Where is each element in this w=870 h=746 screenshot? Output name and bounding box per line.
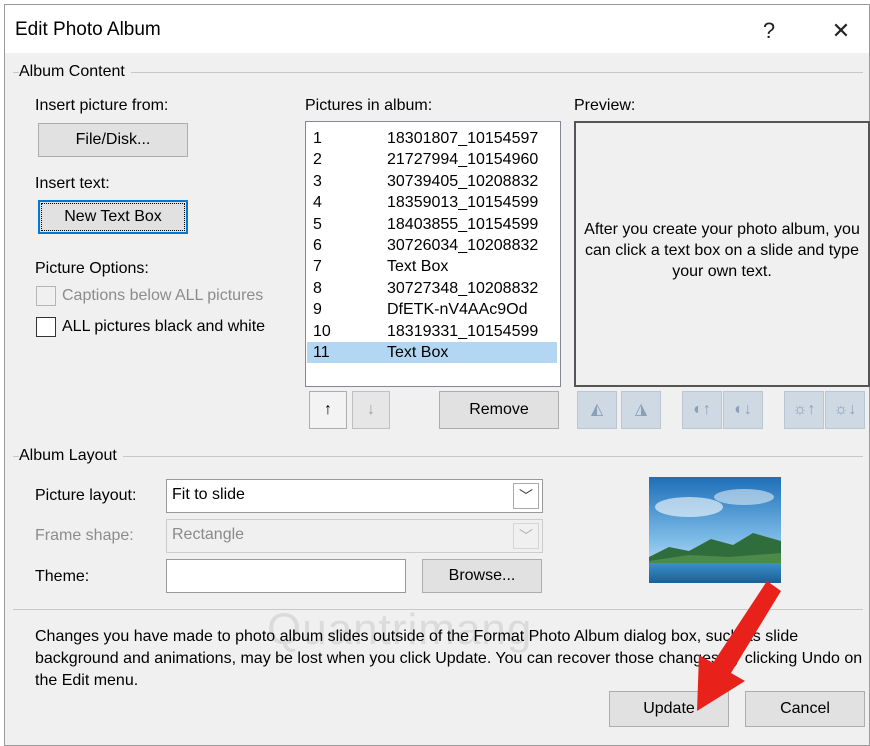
list-item[interactable]: 11 Text Box — [307, 342, 557, 363]
rotate-left-icon[interactable]: ◭ — [577, 391, 617, 429]
file-disk-button-label: File/Disk... — [75, 131, 151, 148]
preview-label: Preview: — [574, 97, 636, 114]
pictures-in-album-label: Pictures in album: — [305, 97, 433, 114]
layout-thumbnail-image — [649, 477, 781, 583]
list-item-number: 11 — [313, 344, 330, 361]
title-bar: Edit Photo Album ? ✕ — [5, 5, 869, 53]
black-and-white-checkbox-label: ALL pictures black and white — [62, 318, 266, 335]
new-text-box-button-label: New Text Box — [64, 208, 162, 225]
list-item-name: 30739405_10208832 — [387, 172, 539, 190]
preview-text: After you create your photo album, you c… — [584, 221, 860, 280]
arrow-down-icon: ↓ — [367, 401, 375, 418]
black-and-white-checkbox[interactable] — [36, 317, 56, 337]
frame-shape-select[interactable]: Rectangle ﹀ — [166, 519, 543, 553]
list-item[interactable]: 3 30739405_10208832 — [307, 171, 557, 192]
picture-layout-value: Fit to slide — [172, 486, 245, 503]
contrast-increase-icon[interactable]: ◐↑ — [682, 391, 722, 429]
list-item[interactable]: 6 30726034_10208832 — [307, 235, 557, 256]
browse-button-label: Browse... — [448, 567, 516, 584]
arrow-up-icon: ↑ — [324, 401, 332, 418]
help-button[interactable]: ? — [749, 13, 789, 49]
list-item-name: 30727348_10208832 — [387, 279, 539, 297]
list-item-name: 18319331_10154599 — [387, 322, 539, 340]
list-item-name: 18403855_10154599 — [387, 215, 539, 233]
list-item[interactable]: 9 DfETK-nV4AAc9Od — [307, 299, 557, 320]
insert-picture-label: Insert picture from: — [35, 97, 169, 114]
chevron-down-icon: ﹀ — [513, 523, 539, 549]
contrast-decrease-icon[interactable]: ◐↓ — [723, 391, 763, 429]
list-item-name: DfETK-nV4AAc9Od — [387, 301, 528, 319]
picture-layout-select[interactable]: Fit to slide ﹀ — [166, 479, 543, 513]
list-item[interactable]: 7 Text Box — [307, 256, 557, 277]
chevron-down-icon: ﹀ — [513, 483, 539, 509]
captions-checkbox[interactable] — [36, 286, 56, 306]
album-content-divider — [13, 72, 863, 73]
theme-label: Theme: — [35, 568, 90, 585]
new-text-box-button[interactable]: New Text Box — [38, 200, 188, 234]
file-disk-button[interactable]: File/Disk... — [38, 123, 188, 157]
picture-layout-label: Picture layout: — [35, 487, 137, 504]
list-item-number: 1 — [313, 130, 322, 147]
captions-checkbox-label: Captions below ALL pictures — [62, 287, 264, 304]
remove-button[interactable]: Remove — [439, 391, 559, 429]
close-button[interactable]: ✕ — [821, 13, 861, 49]
list-item[interactable]: 2 21727994_10154960 — [307, 149, 557, 170]
picture-options-label: Picture Options: — [35, 260, 149, 277]
list-item-name: 21727994_10154960 — [387, 151, 539, 169]
list-item[interactable]: 10 18319331_10154599 — [307, 321, 557, 342]
preview-pane: After you create your photo album, you c… — [574, 121, 870, 387]
list-item-name: Text Box — [387, 258, 449, 276]
list-item-name: 30726034_10208832 — [387, 237, 539, 254]
list-item-number: 5 — [313, 215, 322, 233]
list-item-number: 10 — [313, 322, 331, 340]
list-item-number: 9 — [313, 301, 322, 319]
brightness-increase-icon[interactable]: ☼↑ — [784, 391, 824, 429]
album-layout-group-label: Album Layout — [19, 447, 123, 465]
move-up-button[interactable]: ↑ — [309, 391, 347, 429]
list-item[interactable]: 4 18359013_10154599 — [307, 192, 557, 213]
album-layout-divider — [13, 456, 863, 457]
insert-text-label: Insert text: — [35, 175, 110, 192]
dialog-title: Edit Photo Album — [15, 19, 161, 40]
list-item-number: 4 — [313, 194, 322, 212]
album-content-group-label: Album Content — [19, 63, 131, 81]
list-item-name: 18301807_10154597 — [387, 130, 539, 147]
list-item-number: 2 — [313, 151, 322, 169]
move-down-button[interactable]: ↓ — [352, 391, 390, 429]
frame-shape-label: Frame shape: — [35, 527, 134, 544]
brightness-decrease-icon[interactable]: ☼↓ — [825, 391, 865, 429]
cancel-button-label: Cancel — [780, 700, 830, 717]
frame-shape-value: Rectangle — [172, 526, 245, 543]
pictures-listbox[interactable]: 1 18301807_10154597 2 21727994_10154960 3 307… — [305, 121, 561, 387]
list-item[interactable]: 1 18301807_10154597 — [307, 128, 557, 149]
edit-photo-album-dialog: Edit Photo Album ? ✕ Album Content Inser… — [4, 4, 870, 746]
theme-input[interactable] — [166, 559, 406, 593]
list-item[interactable]: 5 18403855_10154599 — [307, 214, 557, 235]
list-item-number: 8 — [313, 279, 322, 297]
list-item-number: 3 — [313, 172, 322, 190]
remove-button-label: Remove — [469, 401, 529, 418]
list-item-number: 7 — [313, 258, 322, 276]
list-item-name: Text Box — [387, 344, 449, 361]
browse-button[interactable]: Browse... — [422, 559, 542, 593]
rotate-right-icon[interactable]: ◮ — [621, 391, 661, 429]
list-item-number: 6 — [313, 237, 322, 254]
list-item[interactable]: 8 30727348_10208832 — [307, 278, 557, 299]
red-arrow-annotation — [697, 581, 781, 711]
list-item-name: 18359013_10154599 — [387, 194, 539, 212]
